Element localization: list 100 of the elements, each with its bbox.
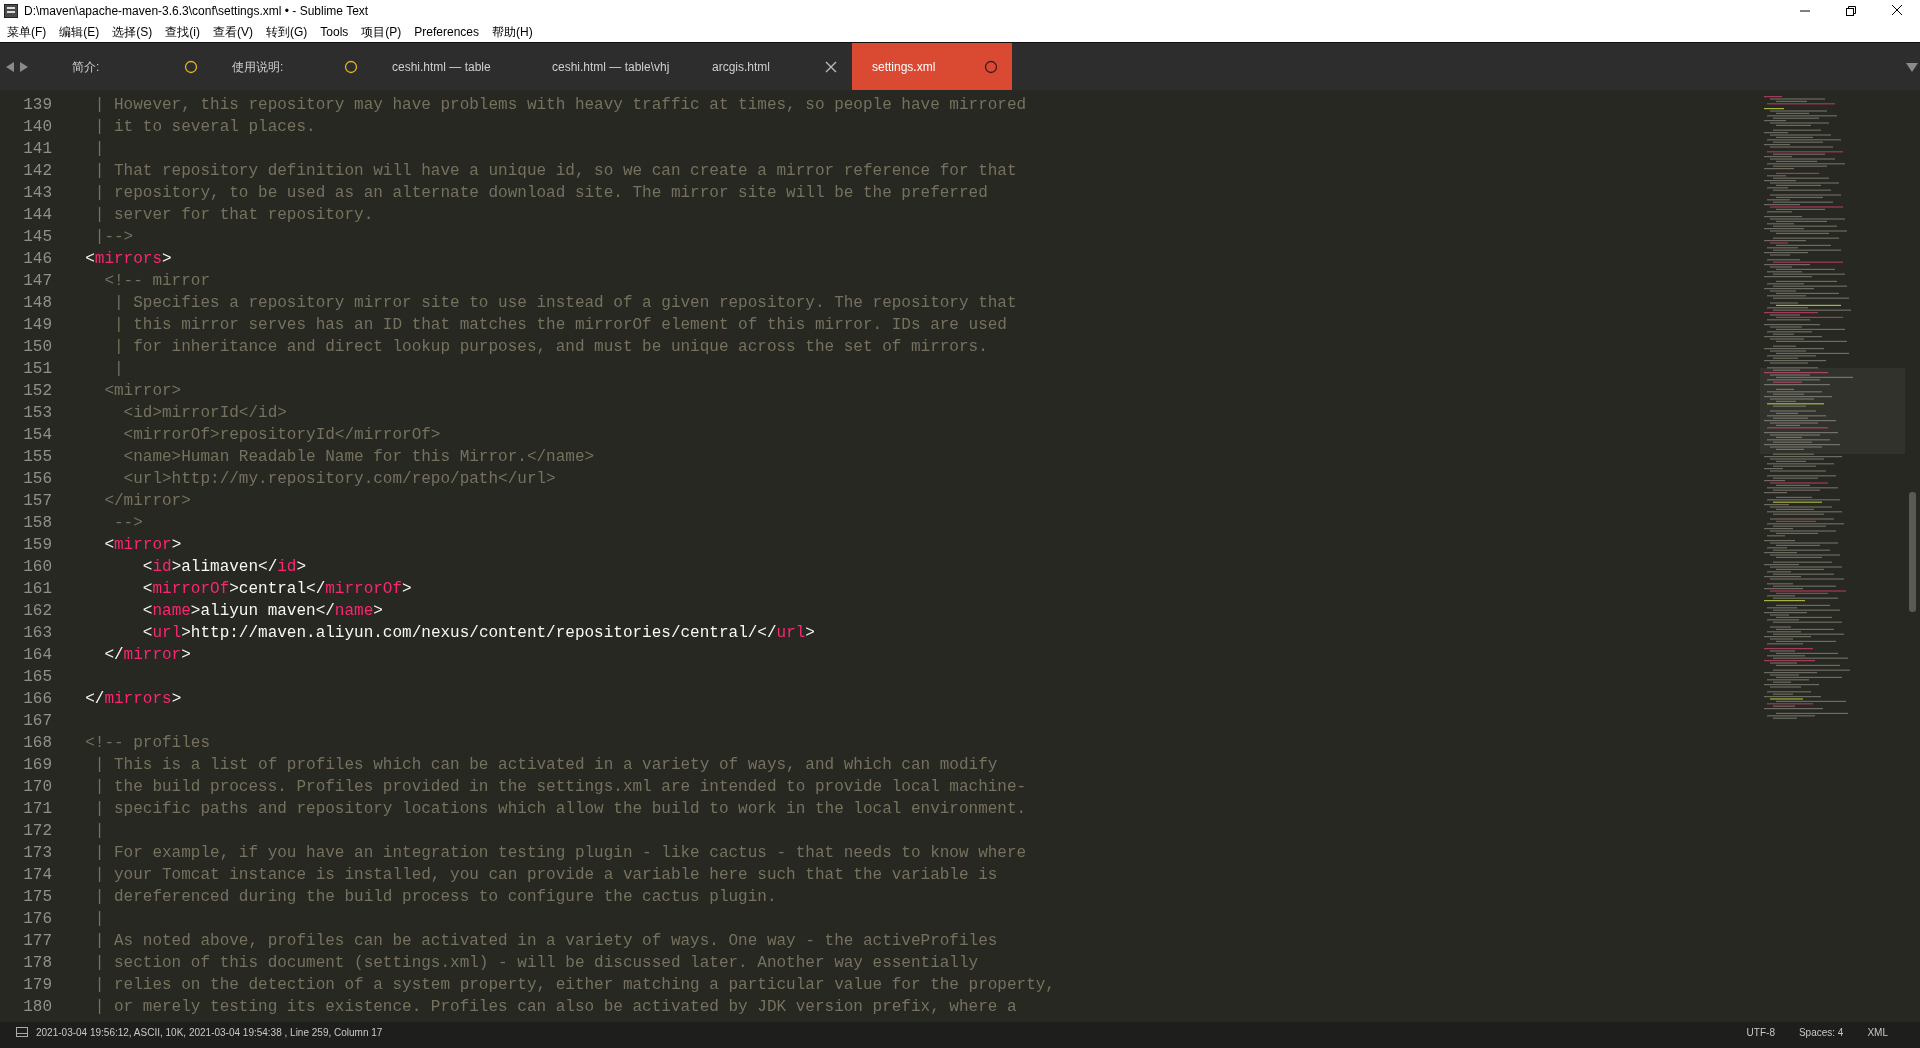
unsaved-circle-icon[interactable]	[344, 59, 358, 74]
line-number: 161	[22, 579, 52, 600]
line-number: 180	[22, 997, 52, 1018]
line-number: 167	[22, 711, 52, 732]
line-number: 141	[22, 139, 52, 160]
code-line: <mirrorOf>repositoryId</mirrorOf>	[122, 425, 442, 446]
line-number: 139	[22, 95, 52, 116]
line-number: 179	[22, 975, 52, 996]
line-number: 147	[22, 271, 52, 292]
line-number: 151	[22, 359, 52, 380]
menu-item[interactable]: 查看(V)	[206, 22, 259, 42]
line-number: 177	[22, 931, 52, 952]
tab[interactable]: settings.xml	[852, 43, 1012, 90]
code-line: | Specifies a repository mirror site to use instead of a given repository. The repository that	[113, 293, 1018, 314]
code-line: | this mirror serves has an ID that matches the mirrorOf element of this mirror. IDs are used	[113, 315, 1008, 336]
line-number: 150	[22, 337, 52, 358]
line-number: 160	[22, 557, 52, 578]
line-number: 149	[22, 315, 52, 336]
line-number: 142	[22, 161, 52, 182]
tab[interactable]: 简介:	[52, 43, 212, 90]
menu-item[interactable]: 菜单(F)	[0, 22, 53, 42]
line-number: 166	[22, 689, 52, 710]
status-item[interactable]: UTF-8	[1746, 1024, 1775, 1040]
code-line: </mirrors>	[84, 689, 183, 710]
code-line: -->	[113, 513, 144, 534]
status-item[interactable]: XML	[1867, 1024, 1888, 1040]
line-number: 154	[22, 425, 52, 446]
code-line: | specific paths and repository locations which allow the build to work in the local environment.	[93, 799, 1028, 820]
menu-item[interactable]: Tools	[313, 22, 355, 42]
code-line: |-->	[93, 227, 135, 248]
line-number: 162	[22, 601, 52, 622]
line-number: 155	[22, 447, 52, 468]
code-line: | for inheritance and direct lookup purposes, and must be unique across the set of mirrors.	[113, 337, 989, 358]
line-number: 165	[22, 667, 52, 688]
tab[interactable]: ceshi.html — table	[372, 43, 532, 90]
line-number: 156	[22, 469, 52, 490]
code-line: | it to several places.	[93, 117, 317, 138]
code-line: | repository, to be used as an alternate download site. The mirror site will be the preferred	[93, 183, 989, 204]
panel-icon[interactable]	[16, 1027, 28, 1037]
tab[interactable]: ceshi.html — table\vhj	[532, 43, 692, 90]
code-line: | However, this repository may have problems with heavy traffic at times, so people have mirrored	[93, 95, 1028, 116]
line-number: 170	[22, 777, 52, 798]
line-number: 144	[22, 205, 52, 226]
unsaved-circle-icon[interactable]	[184, 59, 198, 74]
menu-item[interactable]: 编辑(E)	[52, 22, 106, 42]
status-info: 2021-03-04 19:56:12, ASCII, 10K, 2021-03-04 19:54:38 , Line 259, Column 17	[36, 1025, 383, 1040]
code-line: <mirror>	[103, 535, 183, 556]
line-number: 173	[22, 843, 52, 864]
code-line: <id>mirrorId</id>	[122, 403, 288, 424]
line-number: 146	[22, 249, 52, 270]
code-line: <name>Human Readable Name for this Mirror.</name>	[122, 447, 596, 468]
line-number: 178	[22, 953, 52, 974]
close-icon[interactable]	[824, 59, 838, 74]
scroll-right-icon[interactable]	[20, 61, 28, 72]
menu-item[interactable]: 查找(i)	[158, 22, 206, 42]
code-line: <mirror>	[103, 381, 183, 402]
scroll-left-icon[interactable]	[6, 61, 14, 72]
code-line: </mirror>	[103, 645, 192, 666]
tab[interactable]: arcgis.html	[692, 43, 852, 90]
status-item[interactable]: Spaces: 4	[1798, 1024, 1844, 1040]
line-number: 140	[22, 117, 52, 138]
code-line: | relies on the detection of a system property, either matching a particular value for the property,	[93, 975, 1056, 996]
code-line: <url>http://maven.aliyun.com/nexus/content/repositories/central/</url>	[141, 623, 816, 644]
code-line: | the build process. Profiles provided in the settings.xml are intended to provide local machine-	[93, 777, 1028, 798]
code-line: | server for that repository.	[93, 205, 375, 226]
line-number: 159	[22, 535, 52, 556]
line-number: 153	[22, 403, 52, 424]
line-number: 152	[22, 381, 52, 402]
unsaved-circle-icon[interactable]	[984, 59, 998, 74]
code-line: | This is a list of profiles which can be activated in a variety of ways, and which can modify	[93, 755, 999, 776]
code-line: </mirror>	[103, 491, 192, 512]
line-number: 172	[22, 821, 52, 842]
code-line: <name>aliyun maven</name>	[141, 601, 384, 622]
line-number: 176	[22, 909, 52, 930]
code-line: <url>http://my.repository.com/repo/path</url>	[122, 469, 557, 490]
code-line: |	[93, 909, 106, 930]
code-line: <mirrorOf>central</mirrorOf>	[141, 579, 413, 600]
code-line: | As noted above, profiles can be activated in a variety of ways. One way - the activeProfiles	[93, 931, 999, 952]
menu-item[interactable]: 转到(G)	[259, 22, 314, 42]
code-line: <!-- mirror	[103, 271, 212, 292]
menu-item[interactable]: 项目(P)	[354, 22, 408, 42]
dropdown-icon[interactable]	[1906, 61, 1918, 72]
code-line: | That repository definition will have a unique id, so we can create a mirror reference for that	[93, 161, 1018, 182]
code-line: <id>alimaven</id>	[141, 557, 308, 578]
code-line: <!-- profiles	[84, 733, 212, 754]
line-number: 169	[22, 755, 52, 776]
menu-item[interactable]: 帮助(H)	[485, 22, 539, 42]
window-title: D:\maven\apache-maven-3.6.3\conf\settings.xml • - Sublime Text	[24, 3, 369, 20]
code-line: | your Tomcat instance is installed, you can provide a variable here such that the variable is	[93, 865, 999, 886]
code-line: |	[93, 139, 106, 160]
code-line: | or merely testing its existence. Profiles can also be activated by JDK version prefix, where a	[93, 997, 1018, 1018]
line-number: 157	[22, 491, 52, 512]
line-number: 143	[22, 183, 52, 204]
menu-item[interactable]: 选择(S)	[105, 22, 159, 42]
app-icon	[4, 4, 18, 18]
line-number: 174	[22, 865, 52, 886]
menu-item[interactable]: Preferences	[407, 22, 486, 42]
line-number: 145	[22, 227, 52, 248]
tab[interactable]: 使用说明:	[212, 43, 372, 90]
code-line: | For example, if you have an integration testing plugin - like cactus - that needs to know where	[93, 843, 1028, 864]
